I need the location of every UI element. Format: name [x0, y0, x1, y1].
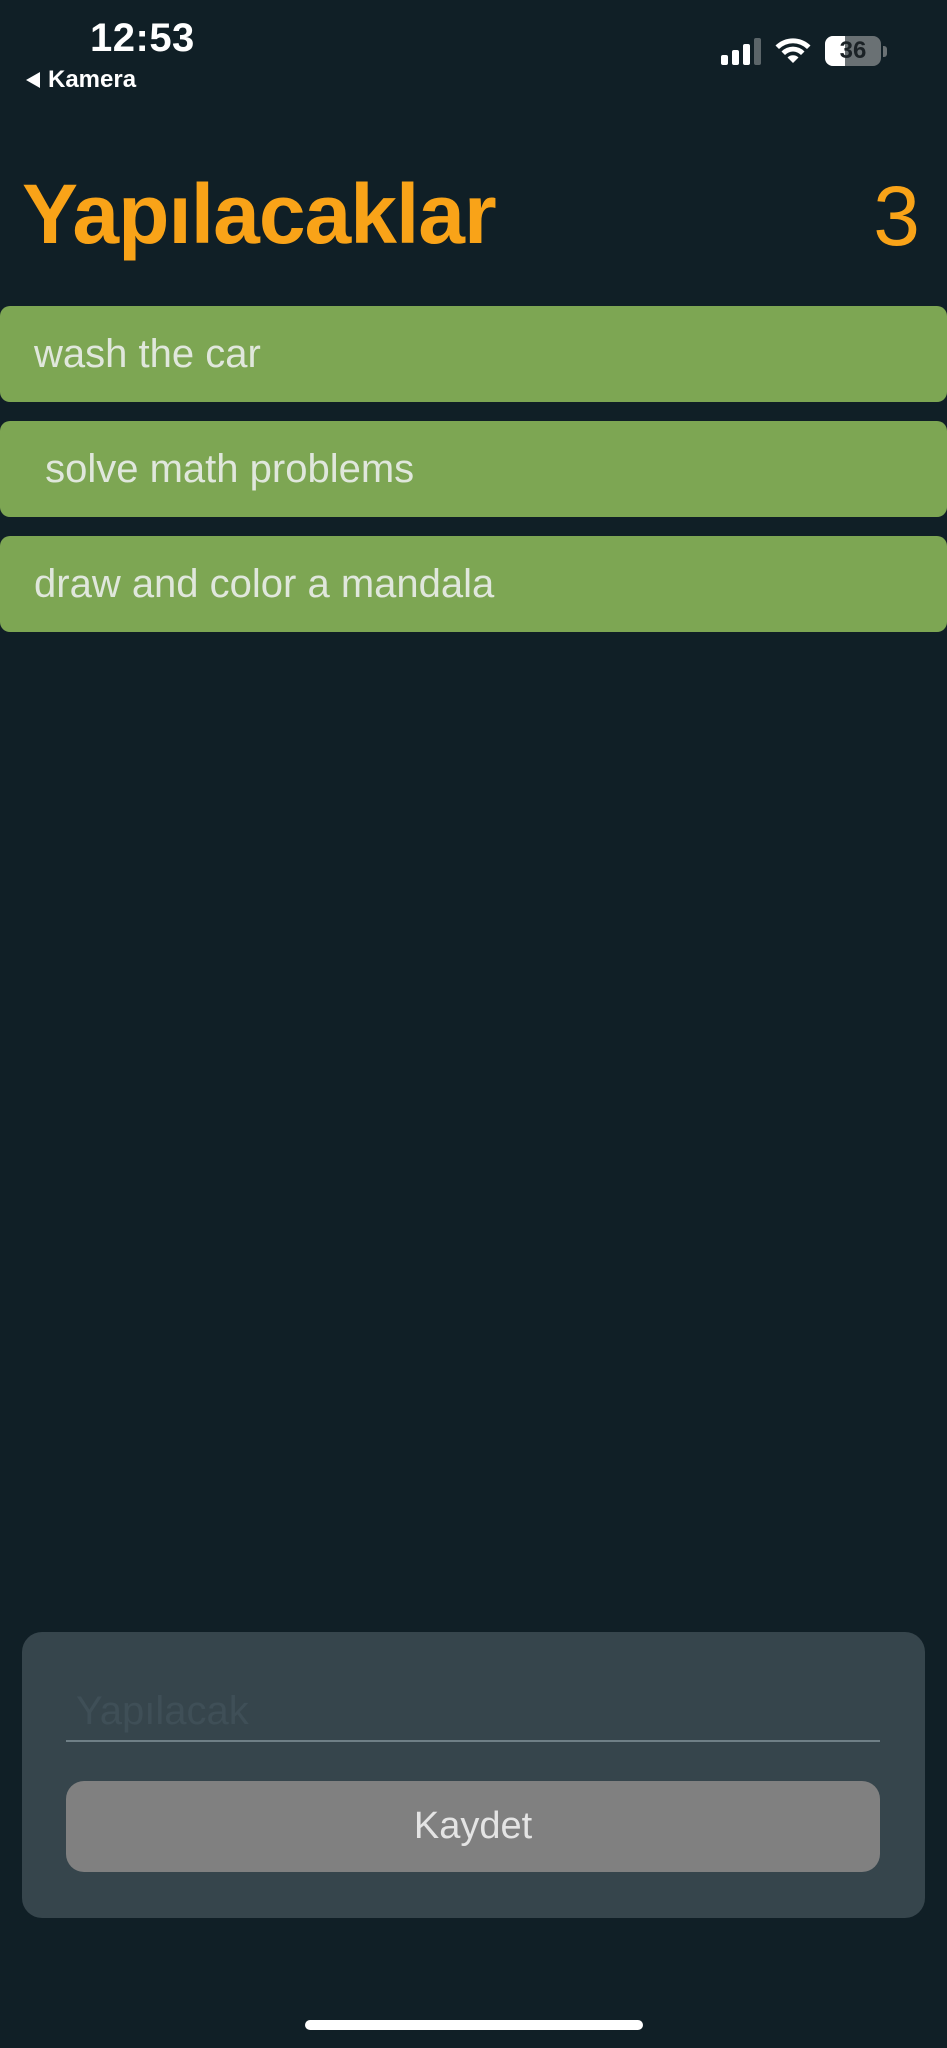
task-count: 3 — [873, 169, 920, 263]
new-task-panel: Kaydet — [22, 1632, 925, 1918]
task-list: wash the car solve math problems draw an… — [0, 306, 947, 651]
save-button[interactable]: Kaydet — [66, 1781, 880, 1872]
task-item[interactable]: draw and color a mandala — [0, 536, 947, 632]
home-indicator[interactable] — [305, 2020, 643, 2030]
task-label: wash the car — [34, 331, 261, 376]
task-item[interactable]: solve math problems — [0, 421, 947, 517]
new-task-input[interactable] — [66, 1682, 880, 1742]
page-title: Yapılacaklar — [22, 167, 497, 261]
battery-cap — [883, 45, 887, 57]
task-label: draw and color a mandala — [34, 561, 495, 606]
battery-icon: 36 — [825, 36, 881, 66]
back-arrow-icon — [26, 72, 40, 88]
cellular-signal-icon — [721, 37, 761, 65]
back-link-label: Kamera — [48, 66, 137, 93]
wifi-icon — [775, 38, 811, 63]
task-item[interactable]: wash the car — [0, 306, 947, 402]
back-to-camera-link[interactable]: Kamera — [26, 66, 136, 94]
task-label: solve math problems — [34, 446, 415, 491]
status-icons: 36 — [721, 36, 887, 66]
battery-percentage: 36 — [839, 37, 867, 64]
status-time: 12:53 — [90, 16, 195, 60]
